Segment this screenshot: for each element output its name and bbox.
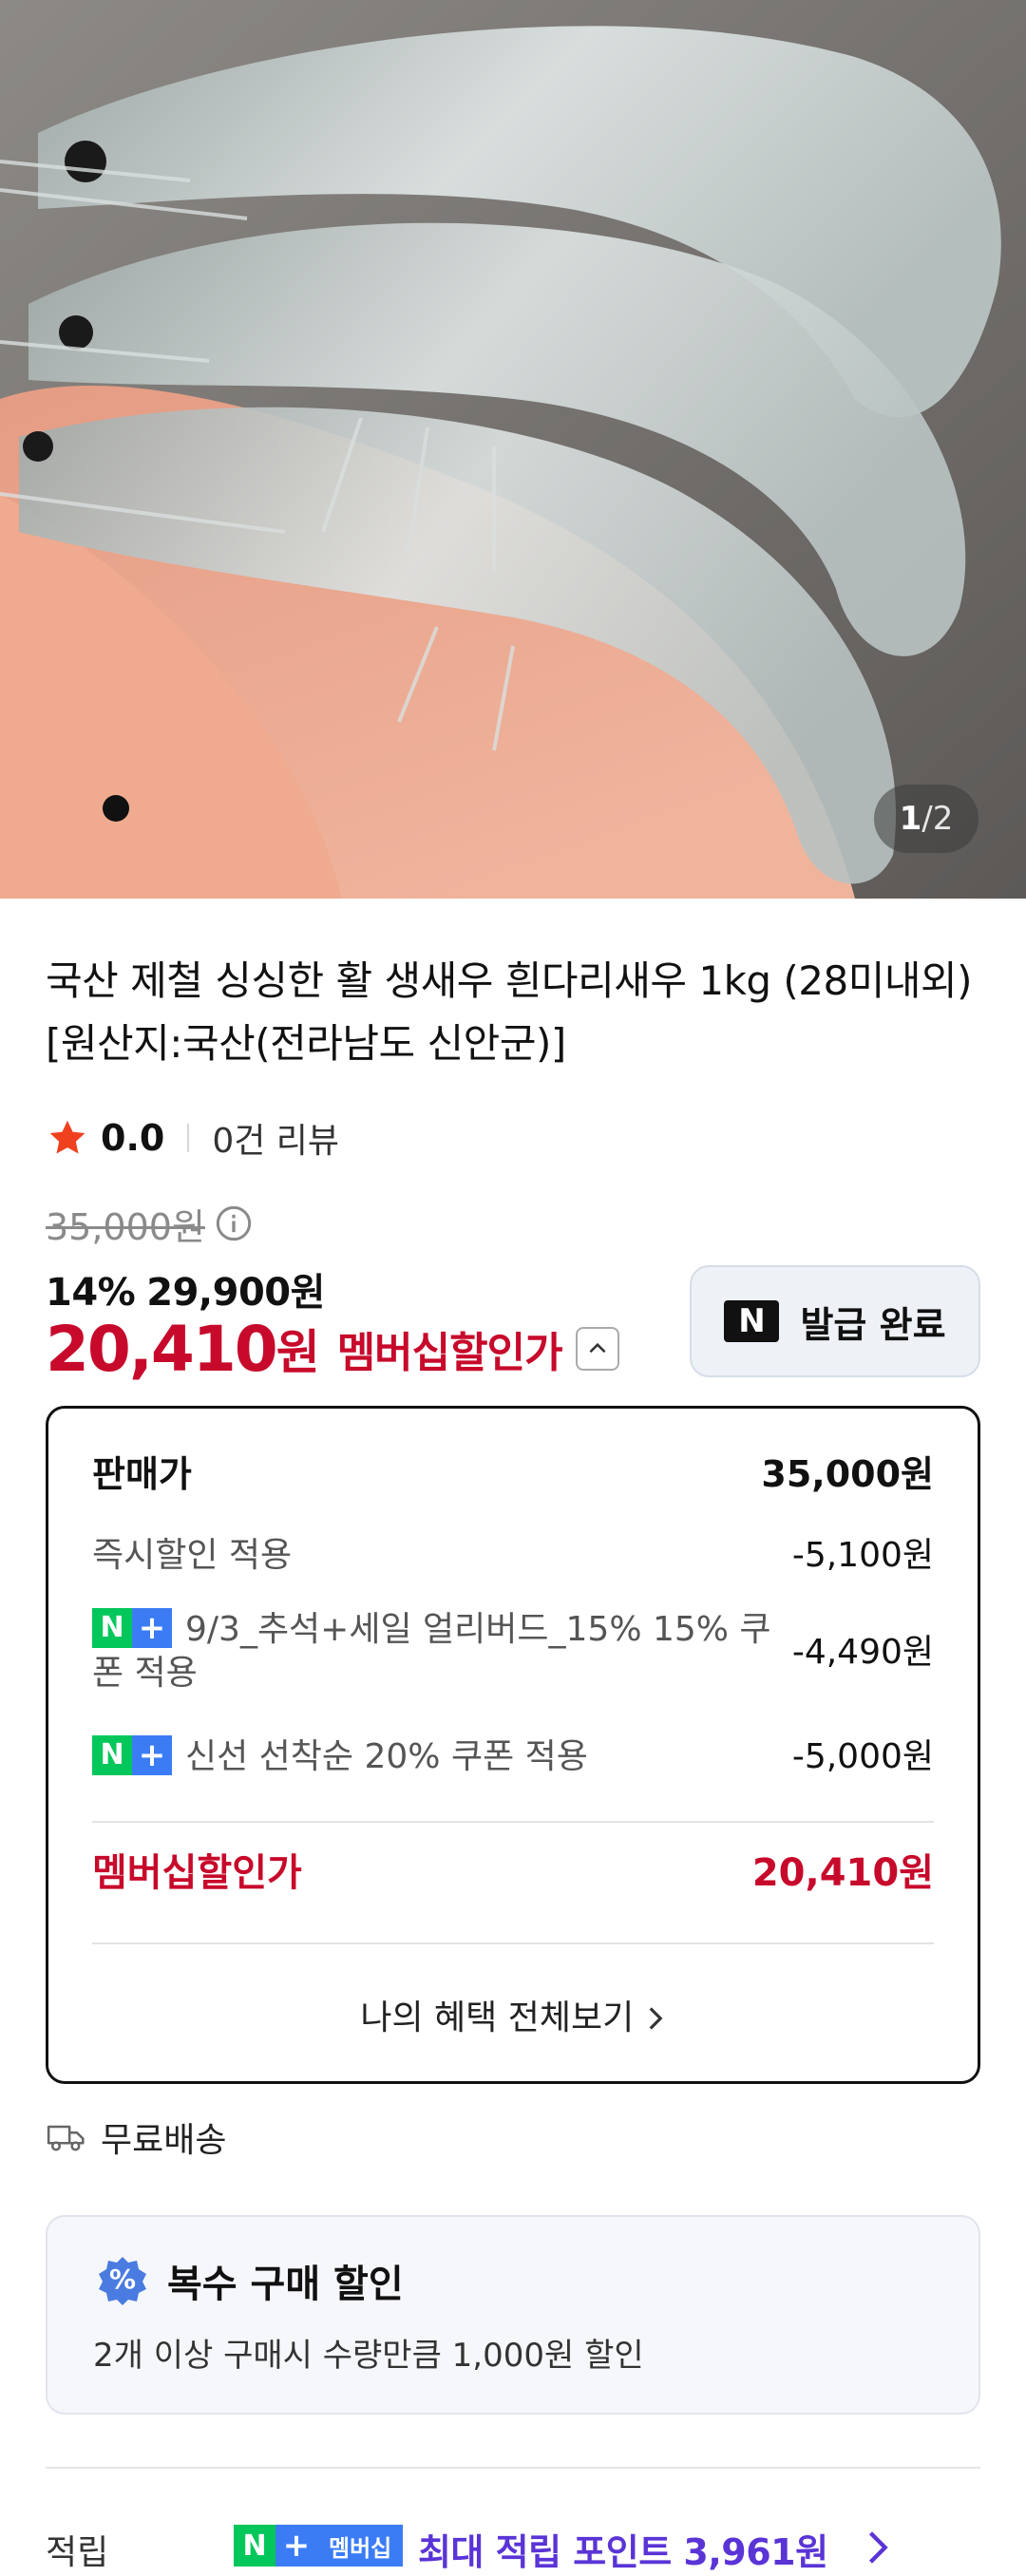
membership-badge-label: 멤버십 [317,2525,404,2567]
member-price-unit: 원 [276,1325,320,1380]
original-price: 35,000원 [46,1205,205,1248]
breakdown-value: -5,100원 [791,1536,934,1575]
naver-plus-badge: N + [92,1608,172,1648]
image-counter-current: 1 [899,800,922,838]
shipping-label: 무료배송 [101,2121,227,2160]
naver-n-icon: N [234,2525,276,2567]
rating-row[interactable]: 0.0 0건 리뷰 [46,1109,339,1166]
breakdown-value: -5,000원 [791,1737,934,1776]
breakdown-label: 신선 선착순 20% 쿠폰 적용 [185,1737,588,1776]
breakdown-row-list-price: 판매가 35,000원 [92,1452,934,1496]
breakdown-label-wrap: N + 9/3_추석+세일 얼리버드_15% 15% 쿠폰 적용 [92,1608,792,1695]
percent-symbol: % [108,2263,137,2295]
divider [92,1821,934,1823]
review-count-link[interactable]: 0건 리뷰 [212,1113,339,1163]
breakdown-row-instant-discount: 즉시할인 적용 -5,100원 [92,1534,934,1578]
naver-plus-badge: N + [92,1735,172,1775]
plus-icon: + [276,2525,317,2567]
breakdown-value: 35,000원 [761,1453,934,1495]
collapse-breakdown-button[interactable] [575,1327,619,1371]
plus-icon: + [132,1735,172,1775]
naver-n-icon: N [92,1608,132,1648]
breakdown-row-total: 멤버십할인가 20,410원 [92,1851,934,1895]
points-label: 적립 [46,2533,109,2572]
product-image-carousel[interactable]: 1 / 2 [0,0,1026,899]
member-price-amount: 20,410 [46,1312,278,1386]
member-price-label: 멤버십할인가 [336,1329,563,1377]
chevron-up-icon [589,1342,606,1354]
original-price-row: 35,000원 [46,1199,253,1248]
breakdown-label: 9/3_추석+세일 얼리버드_15% 15% 쿠폰 적용 [92,1610,771,1693]
price-breakdown-panel: 판매가 35,000원 즉시할인 적용 -5,100원 N + 9/3_추석+세… [46,1406,980,2084]
shipping-info: 무료배송 [46,2111,226,2164]
multi-purchase-description: 2개 이상 구매시 수량만큼 1,000원 할인 [93,2337,644,2375]
discount-percent: 14% [46,1271,136,1315]
star-icon [49,1120,86,1154]
naver-n-icon: N [724,1300,780,1342]
member-price-row: 20,410 원 멤버십할인가 [46,1311,619,1387]
image-counter-separator: / [922,800,933,838]
breakdown-total-value: 20,410원 [751,1851,934,1895]
plus-icon: + [132,1608,172,1648]
breakdown-row-coupon-early-bird: N + 9/3_추석+세일 얼리버드_15% 15% 쿠폰 적용 -4,490원 [92,1608,934,1695]
naver-plus-membership-badge: N + 멤버십 [234,2525,404,2567]
image-counter: 1 / 2 [874,785,978,853]
product-title: 국산 제철 싱싱한 활 생새우 흰다리새우 1kg (28미내외) [원산지:국… [46,957,973,1067]
truck-icon [47,2125,85,2151]
section-divider [46,2467,980,2469]
view-all-benefits-label: 나의 혜택 전체보기 [360,1998,635,2037]
naver-n-icon: N [92,1735,132,1775]
points-row[interactable]: 적립 N + 멤버십 최대 적립 포인트 3,961원 [46,2519,996,2576]
breakdown-value: -4,490원 [791,1633,934,1672]
coupon-issued-button[interactable]: N 발급 완료 [690,1265,980,1377]
view-all-benefits-link[interactable]: 나의 혜택 전체보기 [48,1990,978,2039]
max-points-text: 최대 적립 포인트 3,961원 [418,2531,828,2573]
info-icon[interactable] [215,1204,253,1242]
multi-purchase-discount-card: % 복수 구매 할인 2개 이상 구매시 수량만큼 1,000원 할인 [46,2215,980,2415]
chevron-right-icon [868,2531,888,2564]
breakdown-label-wrap: N + 신선 선착순 20% 쿠폰 적용 [92,1735,588,1779]
chevron-right-icon [649,2007,663,2030]
sale-price-row: 14% 29,900원 [46,1261,325,1316]
divider [92,1942,934,1944]
carousel-indicator-dot [103,795,129,822]
breakdown-row-fresh-coupon: N + 신선 선착순 20% 쿠폰 적용 -5,000원 [92,1735,934,1779]
multi-purchase-header: % 복수 구매 할인 [97,2253,404,2308]
breakdown-total-label: 멤버십할인가 [92,1851,302,1895]
breakdown-label: 판매가 [92,1453,192,1495]
multi-purchase-title: 복수 구매 할인 [167,2263,404,2306]
breakdown-label: 즉시할인 적용 [92,1536,293,1575]
rating-divider [187,1124,190,1152]
coupon-issued-label: 발급 완료 [800,1303,946,1346]
product-image [0,0,1026,899]
rating-score: 0.0 [101,1117,165,1159]
image-counter-total: 2 [932,800,954,838]
sale-price: 29,900원 [146,1271,325,1315]
